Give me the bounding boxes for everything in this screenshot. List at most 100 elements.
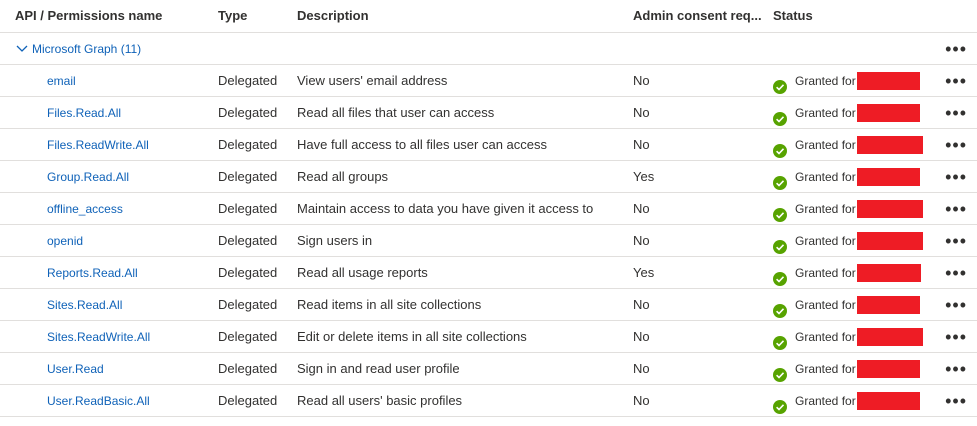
check-circle-icon	[773, 170, 787, 190]
chevron-down-icon	[16, 45, 28, 53]
permissions-table: API / Permissions name Type Description …	[0, 0, 977, 417]
permission-description: Read all users' basic profiles	[297, 392, 463, 408]
status-cell: Granted for	[773, 385, 920, 417]
more-icon[interactable]: •••	[945, 392, 967, 410]
group-toggle[interactable]: Microsoft Graph (11)	[16, 33, 141, 65]
permission-type: Delegated	[218, 136, 278, 152]
header-name[interactable]: API / Permissions name	[15, 0, 162, 32]
group-row-microsoft-graph: Microsoft Graph (11) •••	[0, 33, 977, 65]
status-text: Granted for	[795, 137, 856, 152]
more-icon[interactable]: •••	[945, 360, 967, 378]
header-description[interactable]: Description	[297, 0, 369, 32]
header-status[interactable]: Status	[773, 0, 813, 32]
more-icon[interactable]: •••	[945, 264, 967, 282]
redacted-tenant-name	[856, 135, 923, 154]
permission-type: Delegated	[218, 200, 278, 216]
table-row: Group.Read.All Delegated Read all groups…	[0, 161, 977, 193]
status-cell: Granted for	[773, 161, 920, 193]
permission-name-link[interactable]: Reports.Read.All	[47, 257, 138, 289]
status-text: Granted for	[795, 361, 856, 376]
permission-type: Delegated	[218, 264, 278, 280]
status-cell: Granted for	[773, 353, 920, 385]
admin-consent-value: No	[633, 200, 650, 216]
permission-type: Delegated	[218, 104, 278, 120]
permission-name-link[interactable]: Files.ReadWrite.All	[47, 129, 149, 161]
more-icon[interactable]: •••	[945, 232, 967, 250]
status-cell: Granted for	[773, 321, 923, 353]
table-row: User.ReadBasic.All Delegated Read all us…	[0, 385, 977, 417]
admin-consent-value: No	[633, 360, 650, 376]
table-row: Reports.Read.All Delegated Read all usag…	[0, 257, 977, 289]
header-admin-consent[interactable]: Admin consent req...	[633, 0, 762, 32]
table-row: Sites.ReadWrite.All Delegated Edit or de…	[0, 321, 977, 353]
permission-type: Delegated	[218, 392, 278, 408]
table-row: openid Delegated Sign users in No Grante…	[0, 225, 977, 257]
status-text: Granted for	[795, 73, 856, 88]
status-text: Granted for	[795, 265, 856, 280]
table-row: email Delegated View users' email addres…	[0, 65, 977, 97]
permission-type: Delegated	[218, 360, 278, 376]
permission-name-link[interactable]: User.ReadBasic.All	[47, 385, 150, 417]
more-icon[interactable]: •••	[945, 168, 967, 186]
check-circle-icon	[773, 394, 787, 414]
status-cell: Granted for	[773, 193, 923, 225]
status-text: Granted for	[795, 105, 856, 120]
permission-name-link[interactable]: Sites.Read.All	[47, 289, 122, 321]
permission-name-link[interactable]: User.Read	[47, 353, 104, 385]
permission-name-link[interactable]: Group.Read.All	[47, 161, 129, 193]
permission-description: View users' email address	[297, 72, 448, 88]
more-icon[interactable]: •••	[945, 136, 967, 154]
more-icon[interactable]: •••	[945, 200, 967, 218]
permission-description: Sign users in	[297, 232, 373, 248]
admin-consent-value: No	[633, 296, 650, 312]
table-row: Files.Read.All Delegated Read all files …	[0, 97, 977, 129]
table-header: API / Permissions name Type Description …	[0, 0, 977, 33]
permission-name-link[interactable]: offline_access	[47, 193, 123, 225]
permission-name-link[interactable]: Files.Read.All	[47, 97, 121, 129]
permission-type: Delegated	[218, 72, 278, 88]
check-circle-icon	[773, 362, 787, 382]
table-row: User.Read Delegated Sign in and read use…	[0, 353, 977, 385]
admin-consent-value: No	[633, 104, 650, 120]
permission-description: Maintain access to data you have given i…	[297, 200, 594, 216]
group-label[interactable]: Microsoft Graph (11)	[32, 33, 141, 65]
more-icon[interactable]: •••	[945, 40, 967, 58]
redacted-tenant-name	[856, 167, 920, 186]
check-circle-icon	[773, 138, 787, 158]
redacted-tenant-name	[856, 231, 923, 250]
more-icon[interactable]: •••	[945, 328, 967, 346]
status-text: Granted for	[795, 201, 856, 216]
check-circle-icon	[773, 266, 787, 286]
permission-type: Delegated	[218, 232, 278, 248]
more-icon[interactable]: •••	[945, 104, 967, 122]
admin-consent-value: No	[633, 328, 650, 344]
more-icon[interactable]: •••	[945, 72, 967, 90]
header-type[interactable]: Type	[218, 0, 247, 32]
check-circle-icon	[773, 330, 787, 350]
permission-name-link[interactable]: Sites.ReadWrite.All	[47, 321, 150, 353]
permission-description: Have full access to all files user can a…	[297, 136, 547, 152]
redacted-tenant-name	[856, 199, 923, 218]
redacted-tenant-name	[856, 391, 920, 410]
check-circle-icon	[773, 202, 787, 222]
permission-name-link[interactable]: openid	[47, 225, 83, 257]
permission-name-link[interactable]: email	[47, 65, 76, 97]
admin-consent-value: Yes	[633, 168, 655, 184]
permission-description: Edit or delete items in all site collect…	[297, 328, 527, 344]
status-cell: Granted for	[773, 225, 923, 257]
permission-type: Delegated	[218, 296, 278, 312]
permission-type: Delegated	[218, 168, 278, 184]
more-icon[interactable]: •••	[945, 296, 967, 314]
admin-consent-value: No	[633, 232, 650, 248]
table-row: Sites.Read.All Delegated Read items in a…	[0, 289, 977, 321]
status-cell: Granted for	[773, 97, 920, 129]
check-circle-icon	[773, 74, 787, 94]
admin-consent-value: No	[633, 136, 650, 152]
permission-description: Read items in all site collections	[297, 296, 482, 312]
permission-description: Sign in and read user profile	[297, 360, 460, 376]
status-text: Granted for	[795, 297, 856, 312]
admin-consent-value: No	[633, 72, 650, 88]
redacted-tenant-name	[856, 263, 921, 282]
status-cell: Granted for	[773, 65, 920, 97]
status-text: Granted for	[795, 393, 856, 408]
